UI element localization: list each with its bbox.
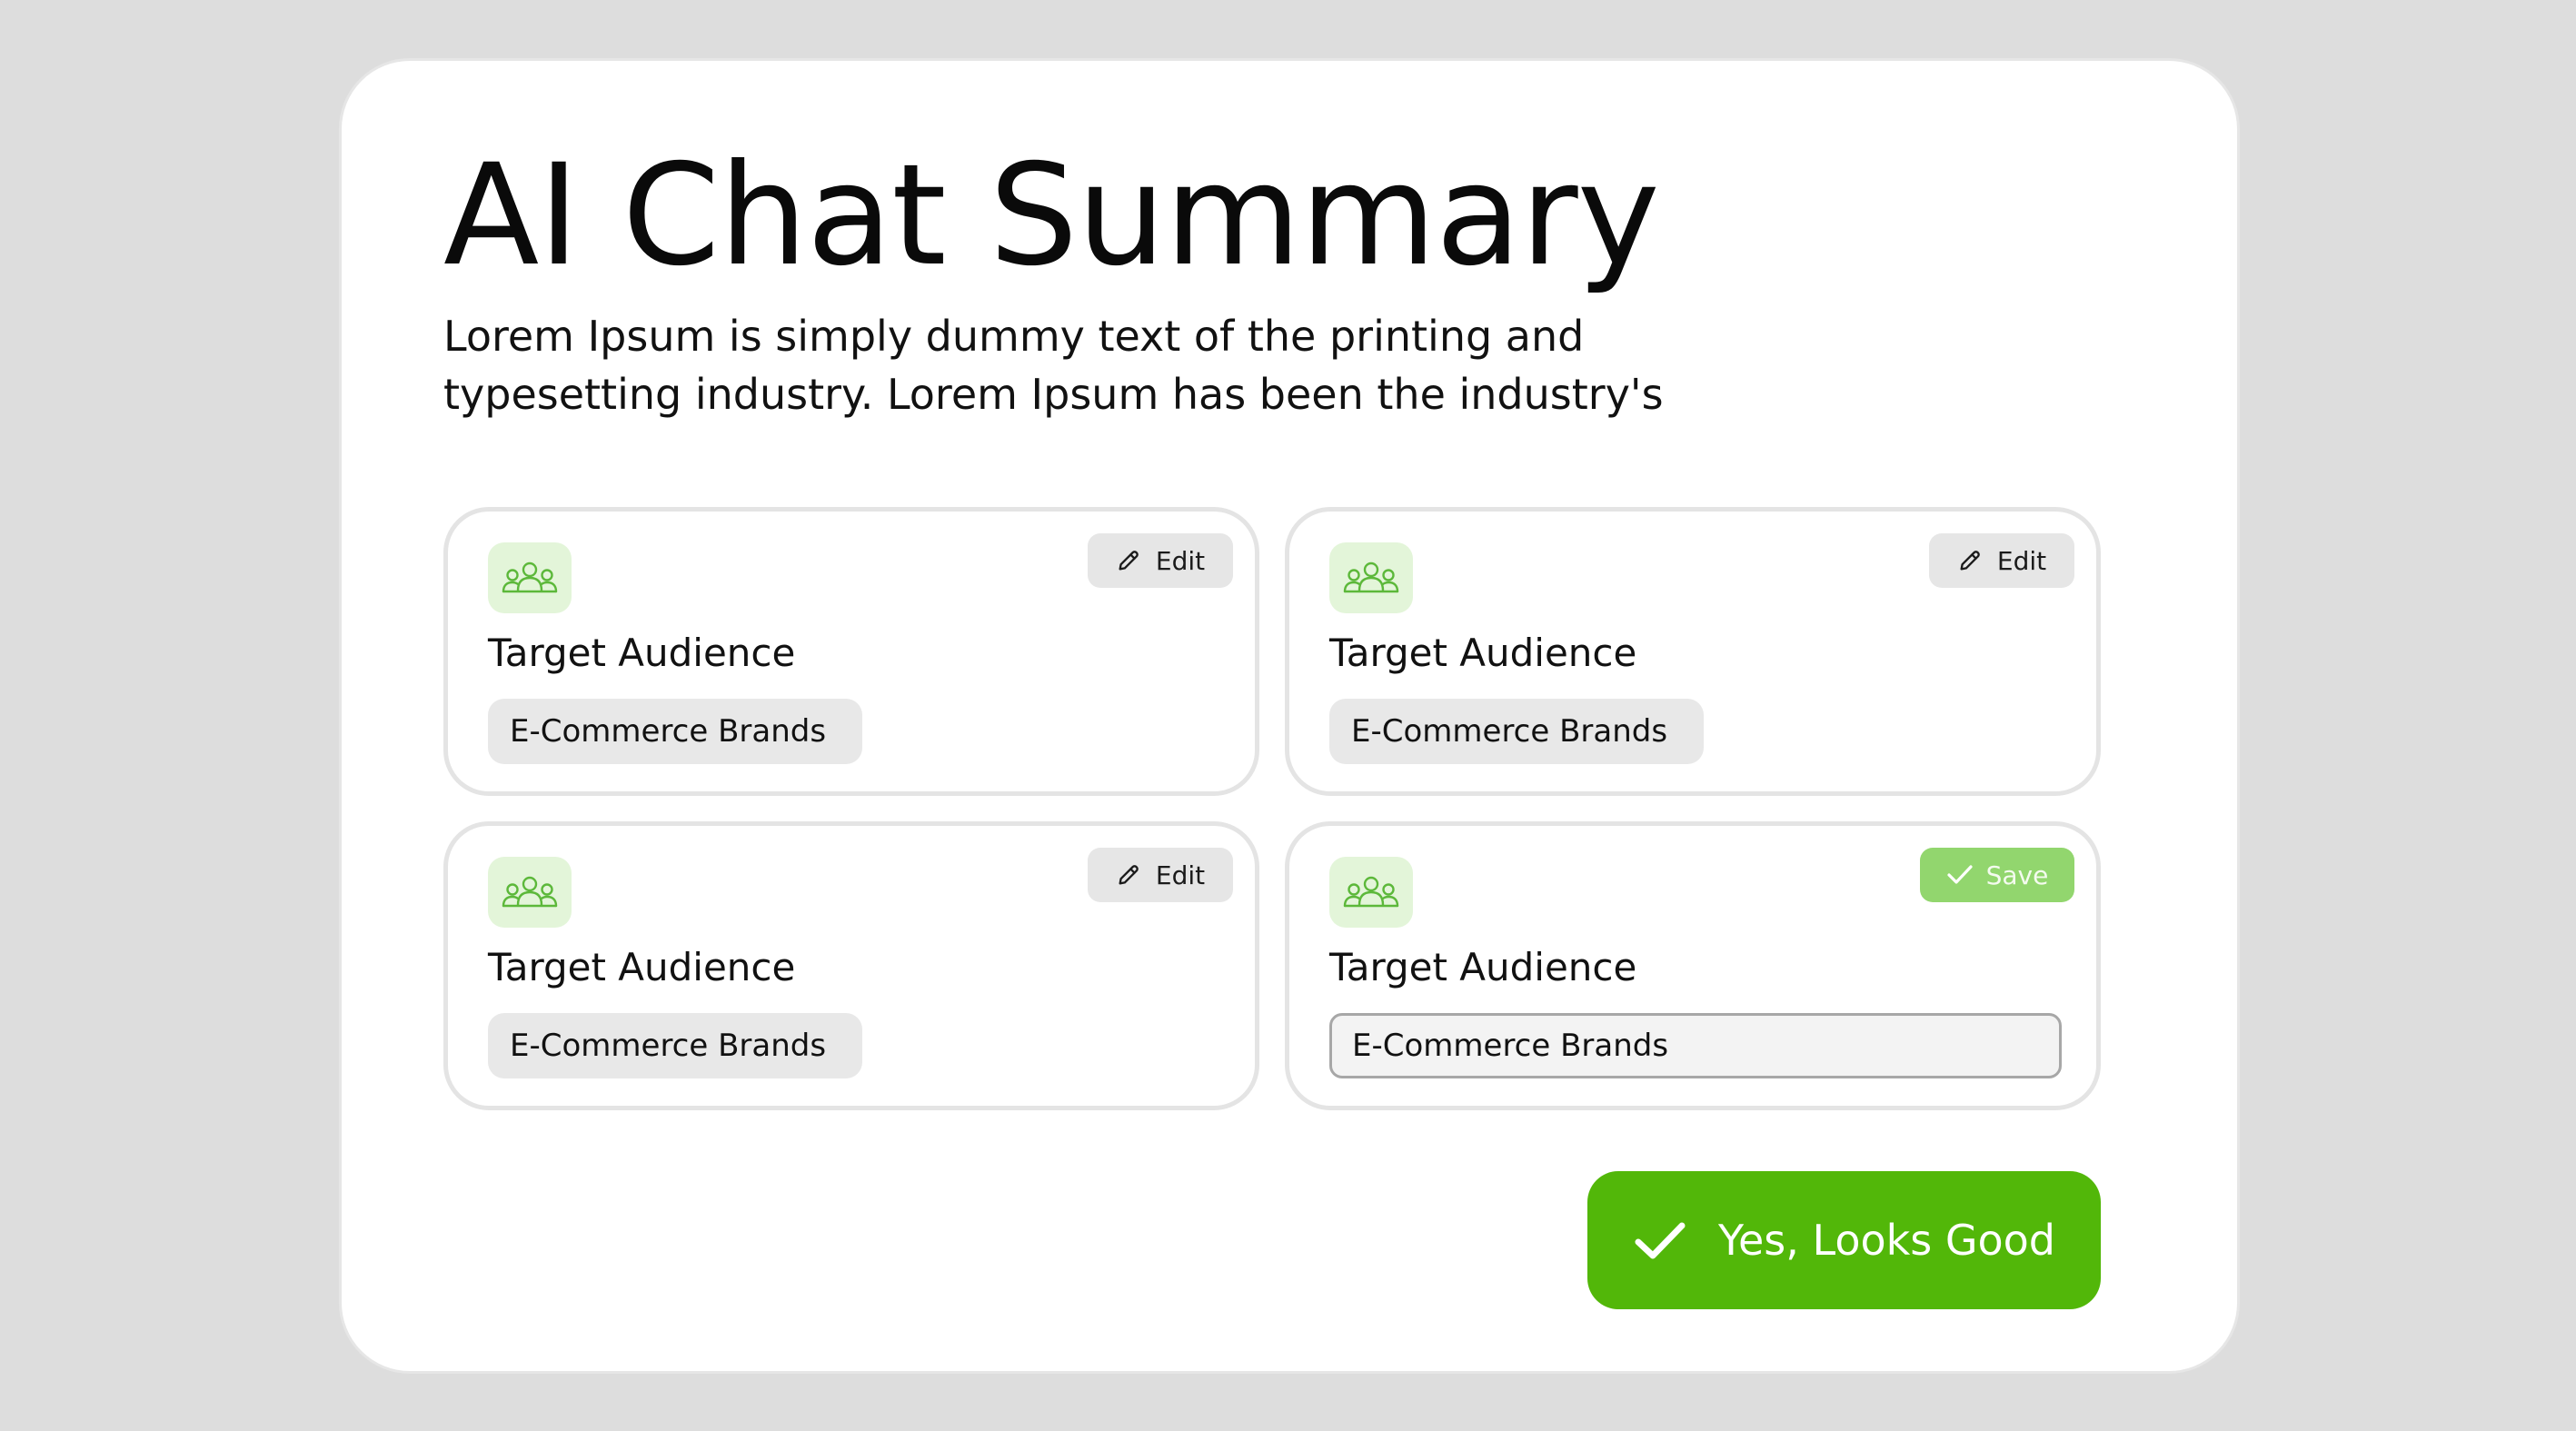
- card-label: Target Audience: [1329, 945, 1637, 989]
- edit-button[interactable]: Edit: [1088, 533, 1233, 588]
- card-label: Target Audience: [1329, 631, 1637, 675]
- card-value-input[interactable]: [1329, 1013, 2062, 1078]
- card-value-chip: E-Commerce Brands: [1329, 699, 1704, 764]
- audience-icon: [1329, 542, 1413, 613]
- yes-looks-good-button[interactable]: Yes, Looks Good: [1587, 1171, 2101, 1309]
- summary-card-target-audience: Edit Target Audience E-Commerce Brands: [443, 821, 1259, 1110]
- check-icon: [1947, 865, 1973, 884]
- save-button-label: Save: [1985, 860, 2049, 890]
- confirm-button-label: Yes, Looks Good: [1718, 1216, 2055, 1265]
- audience-icon: [488, 857, 572, 928]
- edit-button[interactable]: Edit: [1929, 533, 2074, 588]
- audience-icon: [1329, 857, 1413, 928]
- save-button[interactable]: Save: [1920, 848, 2074, 902]
- pencil-icon: [1119, 551, 1139, 571]
- page-title: AI Chat Summary: [443, 134, 1660, 297]
- card-value-chip: E-Commerce Brands: [488, 699, 862, 764]
- card-value-chip: E-Commerce Brands: [488, 1013, 862, 1078]
- edit-button-label: Edit: [1155, 860, 1206, 890]
- summary-card-target-audience: Edit Target Audience E-Commerce Brands: [1285, 507, 2101, 796]
- card-label: Target Audience: [488, 945, 796, 989]
- card-label: Target Audience: [488, 631, 796, 675]
- summary-card-target-audience: Edit Target Audience E-Commerce Brands: [443, 507, 1259, 796]
- edit-button-label: Edit: [1996, 545, 2047, 576]
- page-description: Lorem Ipsum is simply dummy text of the …: [443, 312, 1664, 419]
- edit-button-label: Edit: [1155, 545, 1206, 576]
- edit-button[interactable]: Edit: [1088, 848, 1233, 902]
- pencil-icon: [1119, 865, 1139, 885]
- audience-icon: [488, 542, 572, 613]
- pencil-icon: [1960, 551, 1980, 571]
- check-icon: [1635, 1222, 1686, 1259]
- summary-card-target-audience-editing: Save Target Audience: [1285, 821, 2101, 1110]
